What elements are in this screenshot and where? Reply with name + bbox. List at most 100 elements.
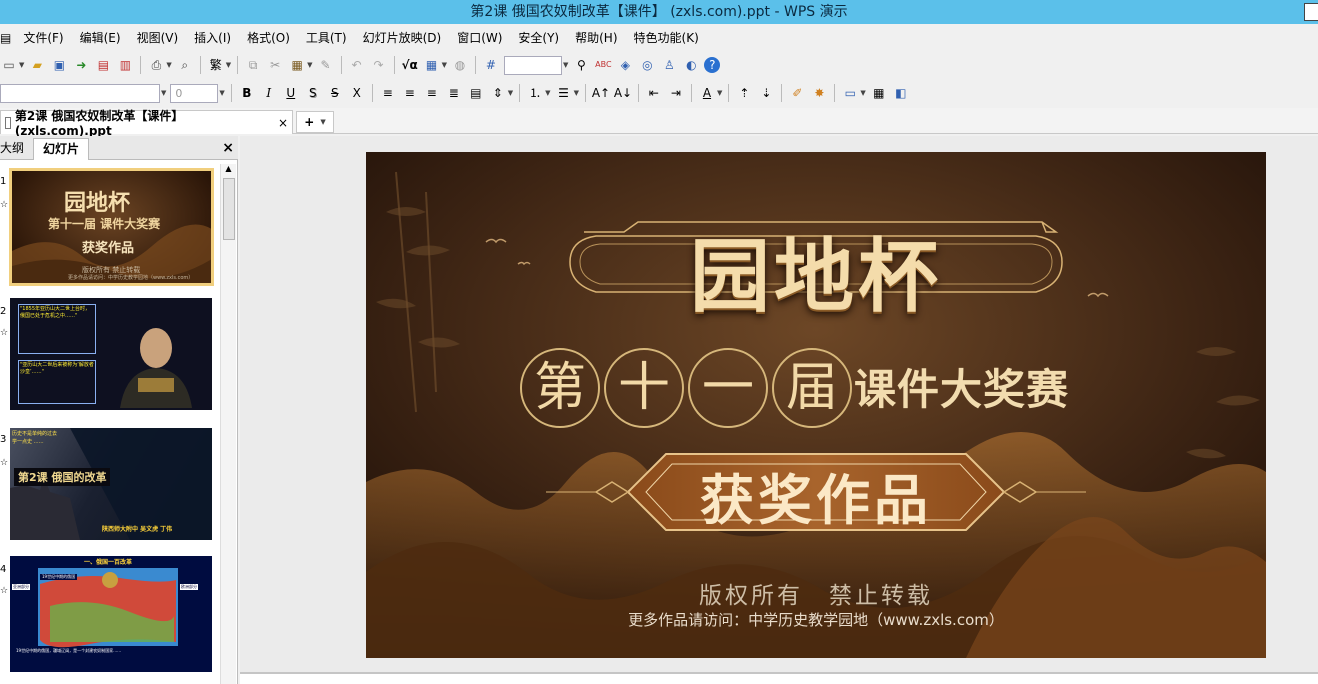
menu-format[interactable]: 格式(O) [239, 26, 298, 50]
distribute-icon[interactable]: ▤ [467, 84, 485, 102]
menu-security[interactable]: 安全(Y) [510, 26, 567, 50]
table-grid-icon[interactable]: ▦ [870, 84, 888, 102]
menu-help[interactable]: 帮助(H) [567, 26, 625, 50]
format-painter-icon[interactable]: ✎ [317, 56, 335, 74]
decrease-font-icon[interactable]: A↓ [614, 84, 632, 102]
close-tab-icon[interactable]: × [278, 116, 288, 130]
font-color-icon[interactable]: A [698, 84, 716, 102]
shadow-button[interactable]: S [304, 84, 322, 102]
thumbnail-row[interactable]: 4 ☆ 一、俄国一百改革 19世纪中期的俄国 亚洲部分 欧洲部分 19世纪中期的… [0, 556, 220, 684]
numbered-list-icon[interactable]: ⒈ [526, 84, 544, 102]
subscript-button[interactable]: X [348, 84, 366, 102]
increase-indent-icon[interactable]: ⇥ [667, 84, 685, 102]
justify-icon[interactable]: ≣ [445, 84, 463, 102]
layout-icon[interactable]: ▭ [841, 84, 859, 102]
chevron-down-icon[interactable]: ▼ [508, 89, 513, 97]
chevron-down-icon[interactable]: ▼ [563, 61, 568, 69]
chevron-down-icon[interactable]: ▼ [166, 61, 171, 69]
cut-icon[interactable]: ✂ [266, 56, 284, 74]
undo-icon[interactable]: ↶ [348, 56, 366, 74]
italic-button[interactable]: I [260, 84, 278, 102]
new-document-icon[interactable]: ▭ [0, 56, 18, 74]
bulleted-list-icon[interactable]: ☰ [555, 84, 573, 102]
bold-button[interactable]: B [238, 84, 256, 102]
chevron-down-icon[interactable]: ▼ [320, 118, 325, 126]
chevron-down-icon[interactable]: ▼ [574, 89, 579, 97]
save-icon[interactable]: ▣ [50, 56, 68, 74]
slide-thumbnail-2[interactable]: "1855年亚历山大二世上台时，俄国已处于危机之中……" "亚历山大二世后来被称… [10, 298, 212, 410]
traditional-chinese-icon[interactable]: 繁 [207, 56, 225, 74]
zoom-combo[interactable] [503, 55, 562, 75]
print-preview-icon[interactable]: ⌕ [176, 56, 194, 74]
print-icon[interactable]: ⎙ [147, 56, 165, 74]
thumbnail-row[interactable]: 3 ☆ 历史不是单纯的过去 学一点史 …… 第2课 俄国的改革 陕西师大附中 吴… [0, 428, 220, 544]
research-icon[interactable]: ◈ [616, 56, 634, 74]
export-icon[interactable]: ➜ [72, 56, 90, 74]
paragraph-spacing-up-icon[interactable]: ⇡ [735, 84, 753, 102]
chevron-down-icon[interactable]: ▼ [219, 89, 224, 97]
scroll-thumb[interactable] [223, 178, 235, 240]
notes-pane[interactable] [240, 672, 1318, 684]
underline-button[interactable]: U [282, 84, 300, 102]
chevron-down-icon[interactable]: ▼ [442, 61, 447, 69]
scroll-up-icon[interactable]: ▲ [221, 164, 236, 178]
chevron-down-icon[interactable]: ▼ [307, 61, 312, 69]
align-center-icon[interactable]: ≡ [401, 84, 419, 102]
pdf-icon[interactable]: ▥ [116, 56, 134, 74]
thumbnail-row[interactable]: 2 ☆ "1855年亚历山大二世上台时，俄国已处于危机之中……" "亚历山大二世… [0, 298, 220, 414]
menu-tools[interactable]: 工具(T) [298, 26, 355, 50]
main-slide[interactable]: 园地杯 第 十 一 届 课件大奖赛 获奖作品 版权所有 禁止转载 更多作品请访问… [366, 152, 1266, 658]
align-left-icon[interactable]: ≡ [379, 84, 397, 102]
chevron-down-icon[interactable]: ▼ [19, 61, 24, 69]
grid-icon[interactable]: # [482, 56, 500, 74]
redo-icon[interactable]: ↷ [370, 56, 388, 74]
new-tab-button[interactable]: + ▼ [296, 111, 334, 133]
insert-table-icon[interactable]: ▦ [423, 56, 441, 74]
thumbnail-row[interactable]: 1 ☆ 园地杯 第十一届 课件大奖赛 获奖作品 版权所有 禁止转载 更多作品请访… [0, 168, 220, 288]
chart-icon[interactable]: ◍ [451, 56, 469, 74]
copy-icon[interactable]: ⧉ [244, 56, 262, 74]
menu-slideshow[interactable]: 幻灯片放映(D) [355, 26, 450, 50]
menu-edit[interactable]: 编辑(E) [72, 26, 129, 50]
chevron-down-icon[interactable]: ▼ [717, 89, 722, 97]
slide-thumbnail-3[interactable]: 历史不是单纯的过去 学一点史 …… 第2课 俄国的改革 陕西师大附中 吴文虎 丁… [10, 428, 212, 540]
close-pane-icon[interactable]: × [222, 140, 234, 156]
shirt-icon[interactable]: ♙ [660, 56, 678, 74]
decrease-indent-icon[interactable]: ⇤ [645, 84, 663, 102]
hyperlink-icon[interactable]: ◎ [638, 56, 656, 74]
spellcheck-icon[interactable]: ABC [594, 56, 612, 74]
paragraph-spacing-down-icon[interactable]: ⇣ [757, 84, 775, 102]
tab-slides[interactable]: 幻灯片 [33, 138, 89, 160]
font-size-combo[interactable]: 0 [170, 83, 219, 103]
equation-icon[interactable]: √α [401, 56, 419, 74]
export-pdf-icon[interactable]: ▤ [94, 56, 112, 74]
open-folder-icon[interactable]: ▰ [28, 56, 46, 74]
chevron-down-icon[interactable]: ▼ [860, 89, 865, 97]
slideshow-icon[interactable]: ◧ [892, 84, 910, 102]
increase-font-icon[interactable]: A↑ [592, 84, 610, 102]
line-spacing-icon[interactable]: ⇕ [489, 84, 507, 102]
help-icon[interactable]: ? [704, 57, 721, 73]
chevron-down-icon[interactable]: ▼ [161, 89, 166, 97]
menu-insert[interactable]: 插入(I) [186, 26, 239, 50]
document-tab[interactable]: 第2课 俄国农奴制改革【课件】 (zxls.com).ppt × [0, 109, 293, 138]
menu-special[interactable]: 特色功能(K) [626, 26, 707, 50]
menu-view[interactable]: 视图(V) [129, 26, 187, 50]
menu-window[interactable]: 窗口(W) [449, 26, 510, 50]
menu-doc-icon[interactable]: ▤ [0, 26, 15, 50]
align-right-icon[interactable]: ≡ [423, 84, 441, 102]
slide-thumbnail-1[interactable]: 园地杯 第十一届 课件大奖赛 获奖作品 版权所有 禁止转载 更多作品请访问：中学… [9, 168, 214, 286]
chevron-down-icon[interactable]: ▼ [226, 61, 231, 69]
tab-outline[interactable]: 大纲 [0, 138, 30, 160]
new-slide-icon[interactable]: ✸ [810, 84, 828, 102]
slide-thumbnail-4[interactable]: 一、俄国一百改革 19世纪中期的俄国 亚洲部分 欧洲部分 19世纪中期的俄国，疆… [10, 556, 212, 672]
window-control-button[interactable] [1304, 3, 1318, 21]
menu-file[interactable]: 文件(F) [15, 26, 71, 50]
chevron-down-icon[interactable]: ▼ [545, 89, 550, 97]
find-icon[interactable]: ⚲ [572, 56, 590, 74]
paste-icon[interactable]: ▦ [288, 56, 306, 74]
font-name-combo[interactable] [0, 83, 160, 103]
slide-design-icon[interactable]: ✐ [788, 84, 806, 102]
chat-icon[interactable]: ◐ [682, 56, 700, 74]
strikethrough-button[interactable]: S [326, 84, 344, 102]
